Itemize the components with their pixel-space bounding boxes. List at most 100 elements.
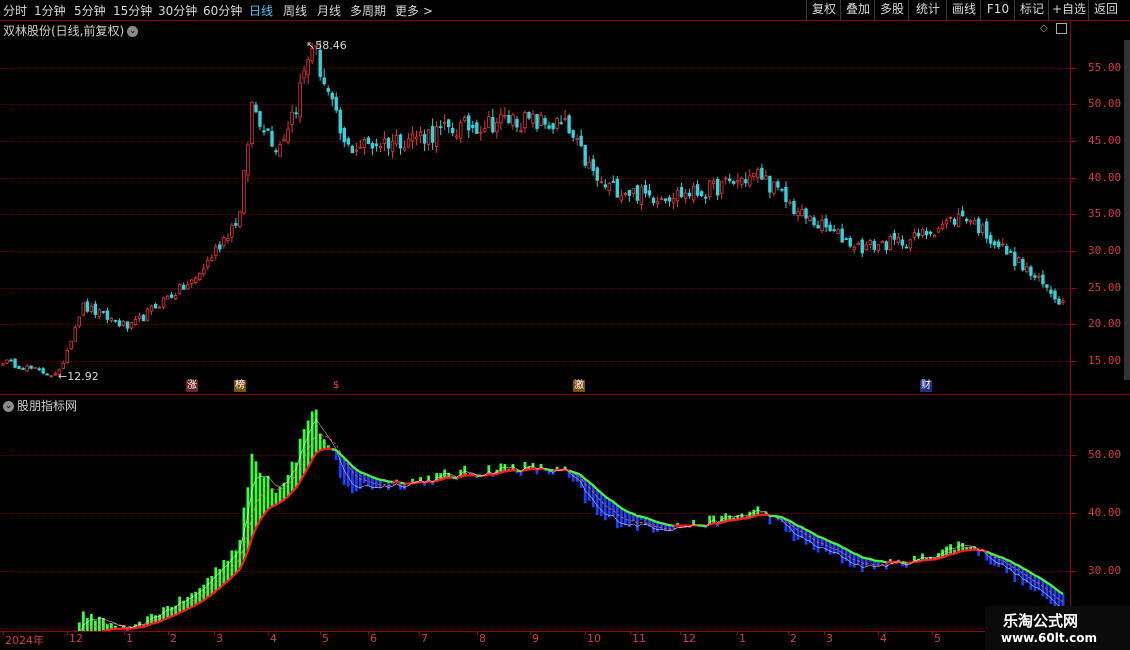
candle-body[interactable] bbox=[772, 181, 776, 194]
candle-body[interactable] bbox=[800, 209, 804, 217]
candle-body[interactable] bbox=[671, 198, 676, 204]
candle-body[interactable] bbox=[149, 305, 154, 312]
candle-body[interactable] bbox=[414, 136, 419, 140]
candle-body[interactable] bbox=[286, 128, 290, 143]
candle-body[interactable] bbox=[374, 143, 379, 147]
candle-body[interactable] bbox=[238, 211, 242, 227]
candle-body[interactable] bbox=[467, 115, 471, 131]
candle-body[interactable] bbox=[278, 144, 282, 157]
candle-body[interactable] bbox=[515, 118, 519, 128]
candle-body[interactable] bbox=[615, 178, 620, 198]
indicator-panel[interactable]: ⌄ 股朋指标网 bbox=[0, 395, 1070, 632]
candle-body[interactable] bbox=[358, 146, 363, 149]
candle-body[interactable] bbox=[908, 239, 913, 249]
candle-body[interactable] bbox=[924, 231, 929, 236]
candle-body[interactable] bbox=[93, 303, 98, 316]
candle-body[interactable] bbox=[53, 373, 57, 376]
candle-body[interactable] bbox=[639, 186, 644, 205]
candle-body[interactable] bbox=[792, 200, 796, 215]
candle-body[interactable] bbox=[1001, 243, 1005, 246]
candle-body[interactable] bbox=[1009, 250, 1013, 253]
candle-body[interactable] bbox=[49, 375, 53, 378]
candle-body[interactable] bbox=[29, 365, 33, 369]
candle-body[interactable] bbox=[210, 257, 214, 261]
candle-body[interactable] bbox=[844, 238, 848, 241]
candle-body[interactable] bbox=[519, 130, 523, 132]
maximize-icon[interactable] bbox=[1056, 23, 1067, 34]
candle-body[interactable] bbox=[583, 144, 587, 166]
candle-body[interactable] bbox=[226, 238, 230, 242]
candle-body[interactable] bbox=[535, 114, 539, 129]
candle-body[interactable] bbox=[679, 186, 684, 198]
candle-body[interactable] bbox=[202, 268, 206, 275]
candle-body[interactable] bbox=[338, 109, 342, 134]
chevron-down-icon[interactable]: ⌄ bbox=[3, 401, 14, 412]
candle-body[interactable] bbox=[398, 134, 403, 149]
candle-body[interactable] bbox=[117, 320, 122, 327]
candle-body[interactable] bbox=[816, 225, 820, 229]
candle-body[interactable] bbox=[230, 224, 234, 238]
incentive-marker[interactable]: 激 bbox=[573, 380, 585, 392]
ranking-marker[interactable]: 榜 bbox=[234, 380, 246, 392]
candle-body[interactable] bbox=[266, 128, 270, 131]
candle-body[interactable] bbox=[173, 295, 178, 300]
candle-body[interactable] bbox=[77, 316, 81, 327]
candle-body[interactable] bbox=[523, 112, 527, 129]
back-button[interactable]: 返回 bbox=[1088, 0, 1123, 20]
candle-body[interactable] bbox=[571, 130, 575, 138]
candle-body[interactable] bbox=[976, 218, 981, 234]
candle-body[interactable] bbox=[246, 144, 250, 176]
candle-body[interactable] bbox=[595, 167, 599, 181]
candle-body[interactable] bbox=[21, 368, 25, 370]
candle-body[interactable] bbox=[41, 368, 45, 374]
price-chart-panel[interactable]: 双林股份(日线,前复权) ⌄ ◇ ↖58.46 ←12.92 涨 榜 $ 激 财 bbox=[0, 20, 1070, 395]
indicator-chart[interactable] bbox=[0, 395, 1070, 631]
period-tab-5min[interactable]: 5分钟 bbox=[74, 2, 106, 19]
candle-body[interactable] bbox=[1057, 298, 1061, 305]
candle-body[interactable] bbox=[511, 114, 515, 126]
candle-body[interactable] bbox=[242, 170, 246, 214]
candle-body[interactable] bbox=[73, 327, 77, 342]
period-tab-daily[interactable]: 日线 bbox=[249, 2, 273, 19]
candle-body[interactable] bbox=[157, 306, 162, 309]
candle-body[interactable] bbox=[1029, 266, 1033, 276]
candle-body[interactable] bbox=[25, 365, 29, 372]
candle-body[interactable] bbox=[812, 217, 816, 226]
candle-body[interactable] bbox=[744, 179, 748, 184]
diamond-icon[interactable]: ◇ bbox=[1040, 23, 1048, 34]
candle-body[interactable] bbox=[334, 96, 338, 111]
candle-body[interactable] bbox=[418, 131, 423, 137]
candle-body[interactable] bbox=[37, 368, 41, 371]
candle-body[interactable] bbox=[390, 140, 395, 152]
candle-body[interactable] bbox=[370, 143, 375, 149]
candle-body[interactable] bbox=[856, 242, 860, 246]
candle-body[interactable] bbox=[354, 149, 359, 152]
candle-body[interactable] bbox=[527, 112, 531, 119]
candle-body[interactable] bbox=[960, 210, 965, 217]
candle-body[interactable] bbox=[904, 246, 909, 249]
candle-body[interactable] bbox=[290, 111, 294, 125]
candle-body[interactable] bbox=[848, 237, 852, 247]
candle-body[interactable] bbox=[985, 221, 989, 239]
candle-body[interactable] bbox=[65, 349, 69, 363]
candle-body[interactable] bbox=[764, 175, 768, 180]
candle-body[interactable] bbox=[563, 118, 567, 120]
candle-body[interactable] bbox=[153, 304, 158, 309]
candle-body[interactable] bbox=[254, 104, 258, 113]
candle-body[interactable] bbox=[611, 181, 616, 183]
candle-body[interactable] bbox=[968, 220, 973, 223]
period-tab-intraday[interactable]: 分时 bbox=[3, 2, 27, 19]
candle-body[interactable] bbox=[603, 184, 607, 188]
candle-body[interactable] bbox=[736, 180, 740, 183]
candle-body[interactable] bbox=[547, 125, 551, 129]
candle-body[interactable] bbox=[181, 284, 186, 290]
candle-body[interactable] bbox=[426, 129, 431, 146]
candle-body[interactable] bbox=[113, 319, 118, 322]
candle-body[interactable] bbox=[1053, 290, 1057, 300]
candle-body[interactable] bbox=[964, 218, 969, 222]
candle-body[interactable] bbox=[406, 138, 411, 148]
candle-body[interactable] bbox=[860, 239, 864, 254]
candle-body[interactable] bbox=[105, 310, 110, 320]
adjust-button[interactable]: 复权 bbox=[806, 0, 841, 20]
candle-body[interactable] bbox=[366, 137, 371, 144]
